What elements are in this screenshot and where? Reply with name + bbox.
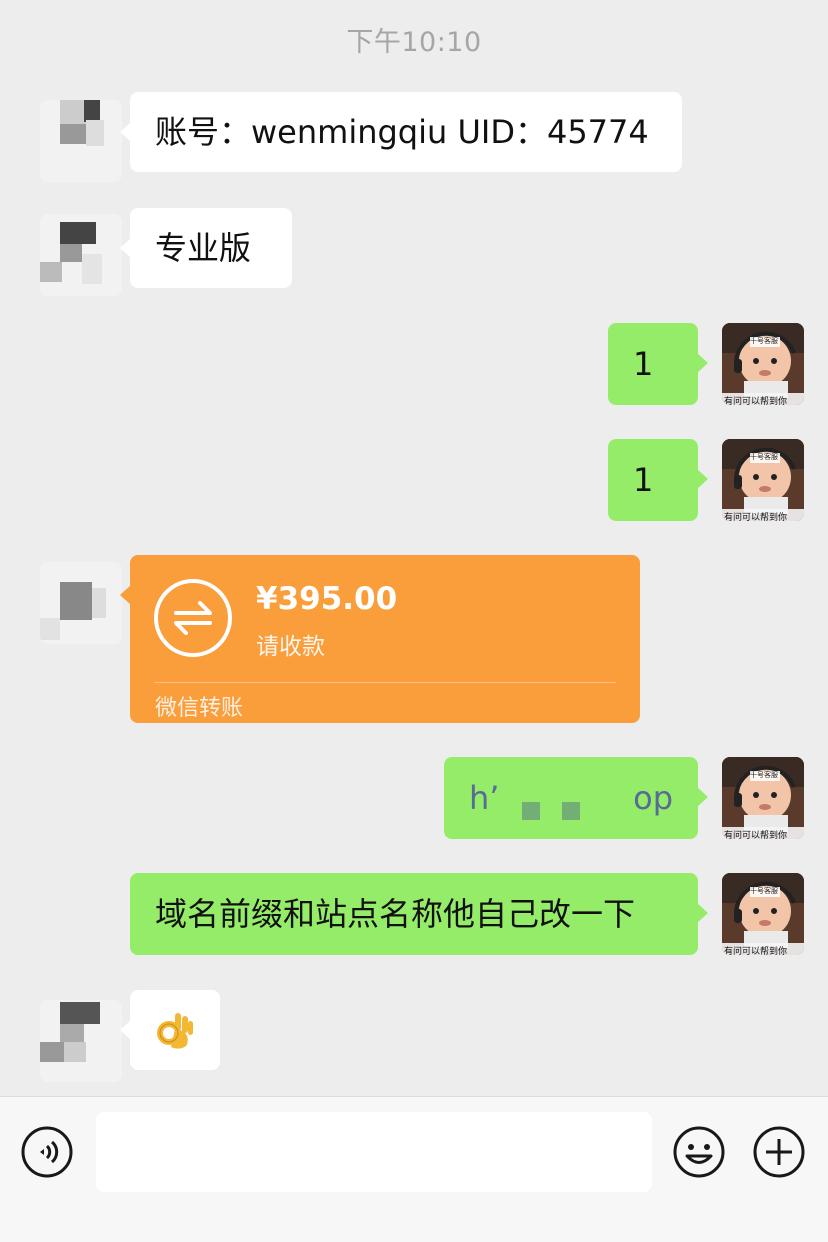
- message-bubble[interactable]: 1: [608, 439, 708, 521]
- message-text: 账号：wenmingqiu UID：45774: [155, 113, 649, 151]
- transfer-note: 请收款: [256, 634, 325, 660]
- link-text-end[interactable]: op: [633, 782, 673, 814]
- self-avatar[interactable]: 十号客服 有问可以帮到你: [722, 757, 804, 839]
- transfer-footer: 微信转账: [155, 696, 244, 721]
- message-bubble[interactable]: 域名前缀和站点名称他自己改一下: [130, 873, 708, 955]
- divider: [154, 682, 616, 683]
- transfer-amount: ¥395.00: [256, 581, 398, 617]
- contact-avatar[interactable]: [40, 214, 122, 296]
- message-text: 1: [633, 345, 654, 383]
- message-bubble[interactable]: 1: [608, 323, 708, 405]
- message-text: 专业版: [155, 229, 252, 267]
- message-bubble[interactable]: 专业版: [120, 208, 292, 288]
- avatar-badge: 十号客服: [750, 453, 778, 461]
- transfer-arrows-icon: [154, 579, 232, 657]
- avatar-caption: 有问可以帮到你: [724, 397, 788, 405]
- smiley-icon[interactable]: [672, 1125, 726, 1179]
- transfer-card[interactable]: ¥395.00 请收款 微信转账: [120, 555, 640, 723]
- contact-avatar[interactable]: [40, 1000, 122, 1082]
- avatar-badge: 十号客服: [750, 887, 778, 895]
- link-message-bubble[interactable]: h’ op: [444, 757, 708, 839]
- voice-icon[interactable]: [20, 1125, 74, 1179]
- contact-avatar[interactable]: [40, 100, 122, 182]
- timestamp: 下午10:10: [346, 27, 482, 58]
- avatar-badge: 十号客服: [750, 771, 778, 779]
- redaction-smear: [504, 777, 644, 839]
- link-text-start[interactable]: h’: [469, 782, 499, 814]
- contact-avatar[interactable]: [40, 562, 122, 644]
- ok-hand-icon: [157, 1013, 193, 1049]
- message-text: 1: [633, 461, 654, 499]
- avatar-caption: 有问可以帮到你: [724, 947, 788, 955]
- self-avatar[interactable]: 十号客服 有问可以帮到你: [722, 873, 804, 955]
- avatar-badge: 十号客服: [750, 337, 778, 345]
- message-bubble[interactable]: 账号：wenmingqiu UID：45774: [120, 92, 682, 172]
- input-toolbar: [0, 1096, 828, 1242]
- message-input[interactable]: [96, 1112, 652, 1192]
- plus-circle-icon[interactable]: [752, 1125, 806, 1179]
- message-bubble[interactable]: 👌: [120, 990, 220, 1070]
- avatar-caption: 有问可以帮到你: [724, 513, 788, 521]
- message-text: 域名前缀和站点名称他自己改一下: [155, 895, 636, 933]
- self-avatar[interactable]: 十号客服 有问可以帮到你: [722, 323, 804, 405]
- self-avatar[interactable]: 十号客服 有问可以帮到你: [722, 439, 804, 521]
- avatar-caption: 有问可以帮到你: [724, 831, 788, 839]
